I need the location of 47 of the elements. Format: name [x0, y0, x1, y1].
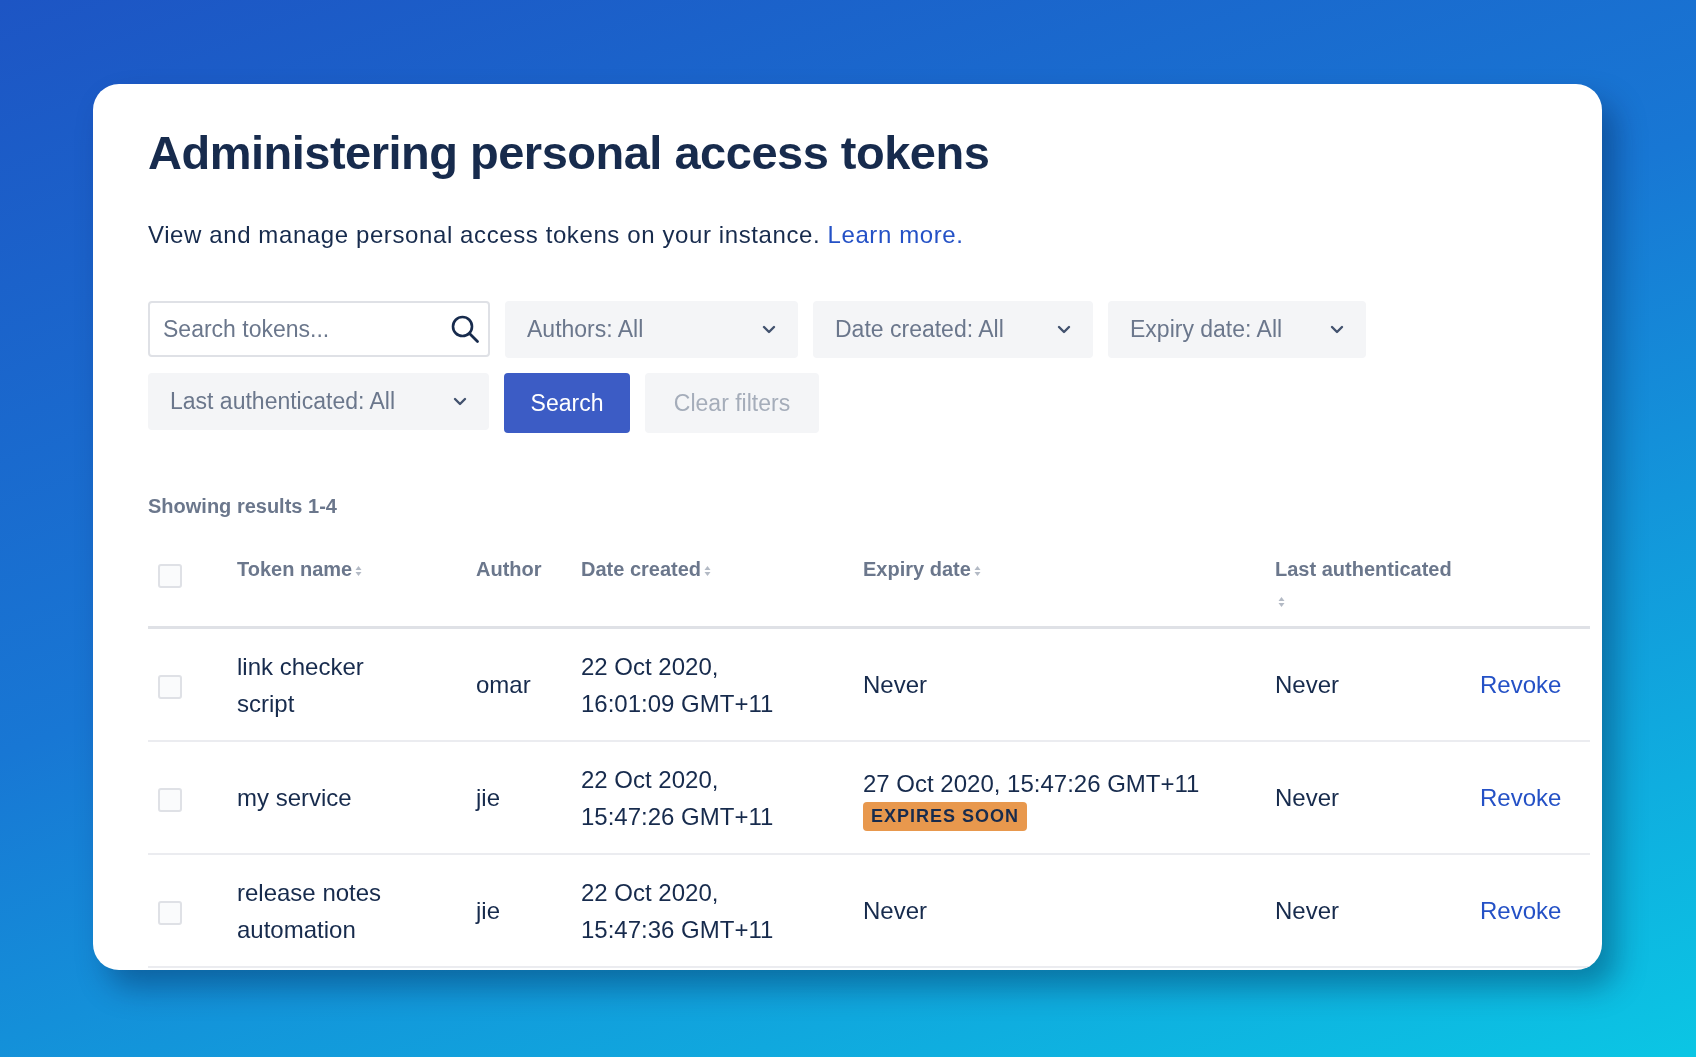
- last-authenticated: Never: [1275, 670, 1340, 701]
- last-authenticated: Never: [1275, 896, 1340, 927]
- date-created: 22 Oct 2020, 15:47:36 GMT+11: [581, 877, 775, 945]
- filter-dropdown[interactable]: Expiry date: All: [1108, 301, 1366, 359]
- search-button[interactable]: Search: [504, 373, 630, 434]
- column-header: Author: [476, 557, 542, 583]
- filter-dropdown[interactable]: Date created: All: [813, 301, 1093, 359]
- sort-icon[interactable]: [355, 564, 363, 577]
- date-created: 22 Oct 2020, 16:01:09 GMT+11: [581, 651, 775, 719]
- search-field[interactable]: Search tokens...: [148, 301, 490, 358]
- results-count: Showing results 1-4: [148, 495, 338, 519]
- sort-icon[interactable]: [1278, 595, 1285, 608]
- column-header[interactable]: Date created: [581, 554, 712, 586]
- last-authenticated: Never: [1275, 783, 1340, 814]
- expiry-date: Never: [863, 896, 928, 927]
- expiry-date: Never: [863, 670, 928, 701]
- sort-icon[interactable]: [704, 564, 712, 577]
- checkbox[interactable]: [158, 787, 182, 812]
- search-icon[interactable]: [450, 314, 480, 345]
- author-name: jie: [476, 783, 500, 814]
- checkbox[interactable]: [158, 900, 182, 925]
- author-name: omar: [476, 670, 531, 701]
- token-name: release notes automation: [237, 877, 383, 945]
- filter-dropdown[interactable]: Last authenticated: All: [148, 373, 489, 431]
- status-badge: EXPIRES SOON: [863, 801, 1028, 831]
- chevron-down-icon: [453, 397, 467, 407]
- checkbox[interactable]: [158, 674, 182, 699]
- learn-more-link[interactable]: Learn more.: [827, 221, 964, 249]
- column-header[interactable]: Token name: [237, 554, 363, 586]
- revoke-link[interactable]: Revoke: [1480, 892, 1562, 930]
- revoke-link[interactable]: Revoke: [1480, 666, 1562, 704]
- revoke-link[interactable]: Revoke: [1480, 779, 1562, 817]
- expiry-date: 27 Oct 2020, 15:47:26 GMT+11: [863, 768, 1200, 799]
- filter-dropdown[interactable]: Authors: All: [505, 301, 798, 359]
- token-name: my service: [237, 783, 352, 814]
- page-title: Administering personal access tokens: [148, 125, 991, 181]
- token-name: link checker script: [237, 651, 365, 719]
- author-name: jie: [476, 896, 500, 927]
- sort-icon[interactable]: [973, 564, 981, 577]
- date-created: 22 Oct 2020, 15:47:26 GMT+11: [581, 764, 775, 832]
- column-header[interactable]: Expiry date: [863, 554, 981, 586]
- chevron-down-icon: [1330, 325, 1344, 335]
- description-text: View and manage personal access tokens on your instance. Learn more.: [148, 221, 965, 250]
- column-header[interactable]: Last authenticated: [1275, 554, 1455, 617]
- chevron-down-icon: [1057, 325, 1071, 335]
- chevron-down-icon: [762, 325, 776, 335]
- checkbox[interactable]: [158, 564, 182, 589]
